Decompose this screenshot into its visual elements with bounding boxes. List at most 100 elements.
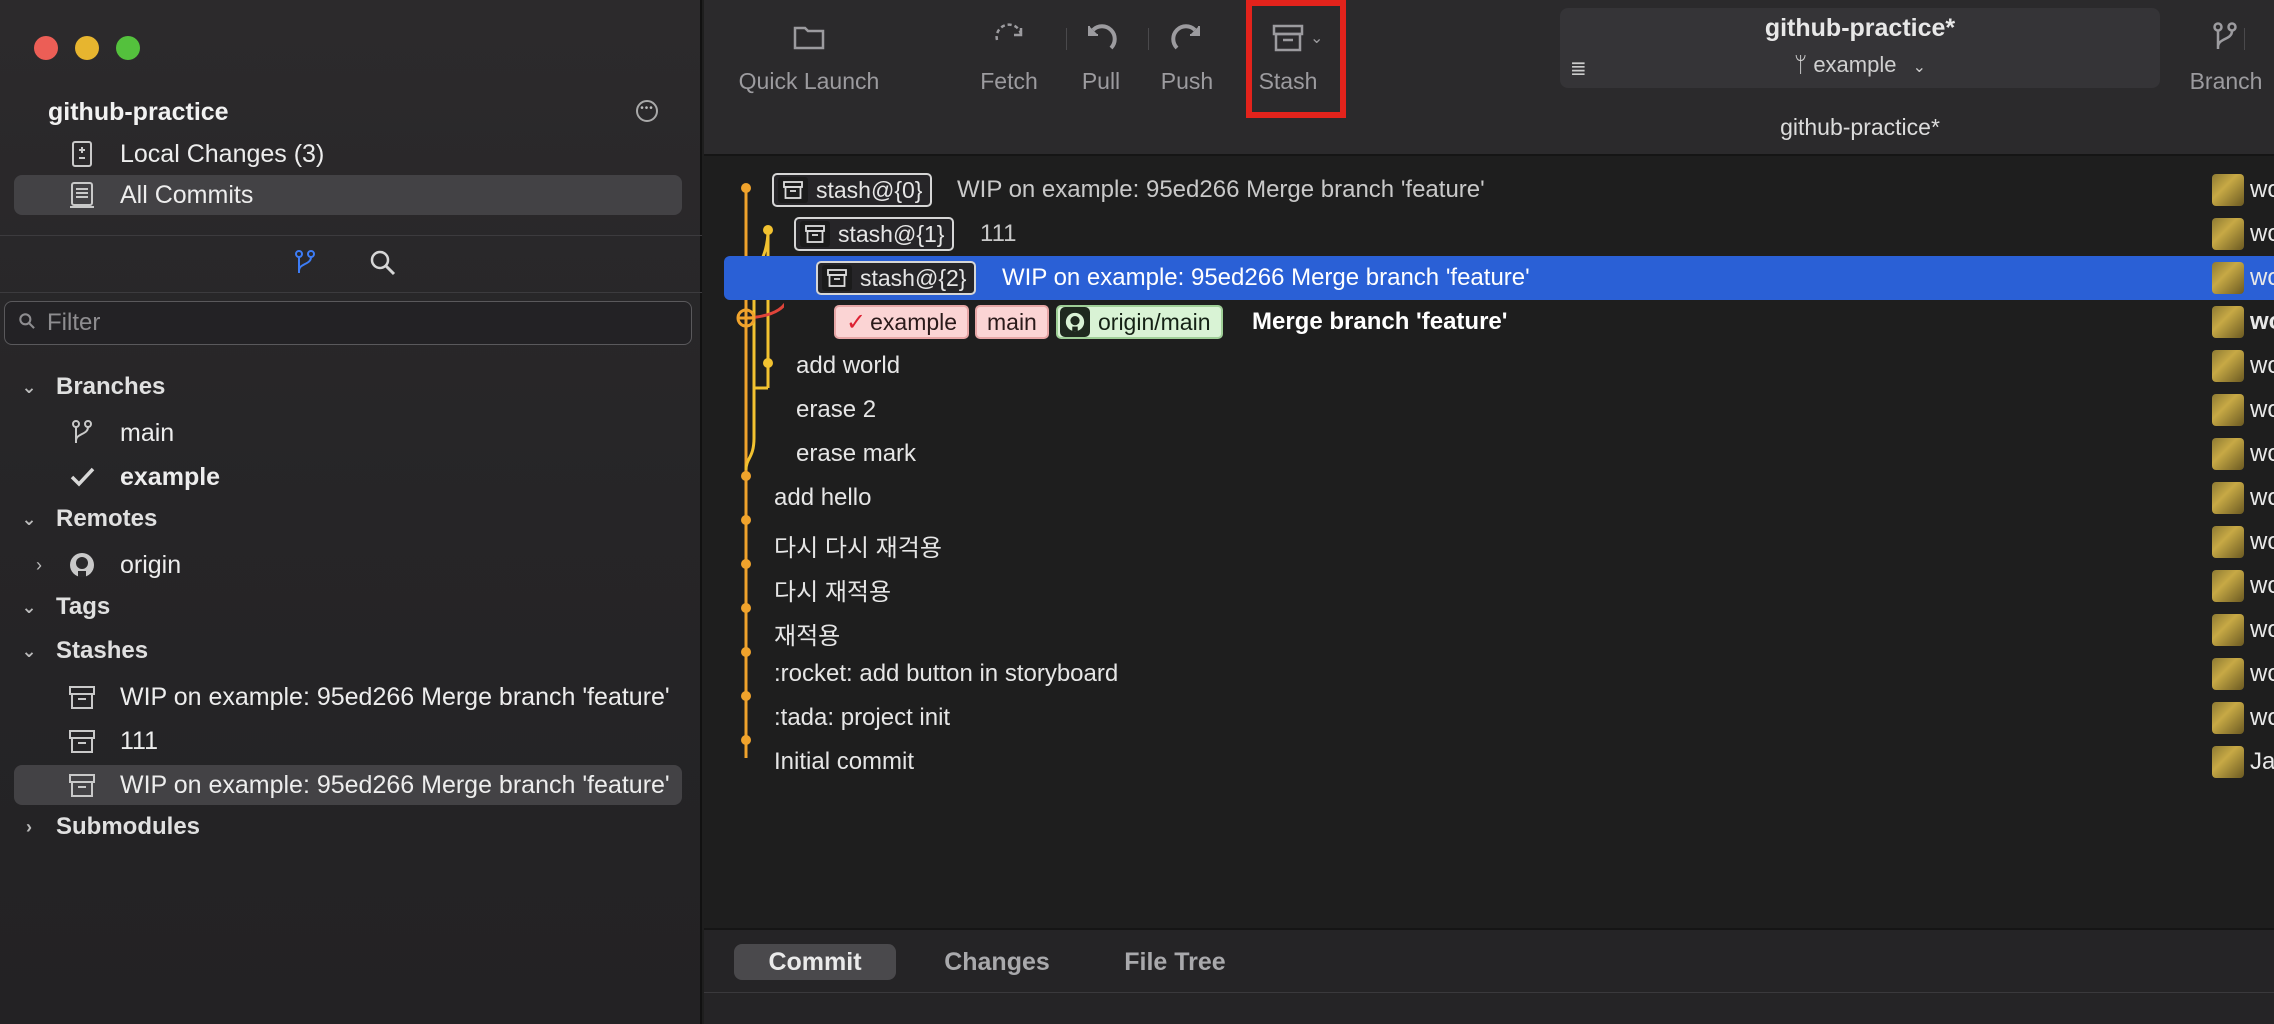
commit-author: woo bbox=[2212, 350, 2274, 382]
stash-box-icon bbox=[64, 769, 100, 801]
search-icon[interactable] bbox=[368, 248, 398, 283]
filter-field[interactable] bbox=[4, 301, 692, 345]
stash-box-icon bbox=[64, 725, 100, 757]
chevron-down-icon: ⌄ bbox=[21, 596, 37, 617]
branch-ref-badge: ✓ example bbox=[834, 305, 970, 339]
stash-item[interactable]: 111 bbox=[14, 721, 682, 761]
github-icon bbox=[1060, 307, 1090, 337]
sidebar-item-all-commits[interactable]: All Commits bbox=[14, 175, 682, 215]
branch-icon bbox=[2213, 22, 2237, 49]
commit-message: Initial commit bbox=[774, 748, 915, 775]
chevron-right-icon: › bbox=[26, 816, 32, 837]
branch-button[interactable]: Branch bbox=[2186, 18, 2266, 95]
commit-author: woo bbox=[2212, 218, 2274, 250]
current-branch: example bbox=[1813, 52, 1897, 77]
push-button[interactable]: Push bbox=[1148, 18, 1226, 95]
minimize-window-button[interactable] bbox=[75, 36, 99, 60]
commit-row[interactable]: add world woo bbox=[724, 344, 2274, 388]
branch-icon bbox=[64, 417, 100, 449]
chevron-down-icon: ⌄ bbox=[21, 508, 37, 529]
close-window-button[interactable] bbox=[34, 36, 58, 60]
commits-icon bbox=[64, 180, 100, 210]
avatar bbox=[2212, 482, 2244, 514]
tab-file-tree[interactable]: File Tree bbox=[1100, 944, 1250, 980]
quick-launch-button[interactable]: Quick Launch bbox=[734, 18, 884, 95]
avatar bbox=[2212, 306, 2244, 338]
branch-label: main bbox=[120, 418, 175, 447]
commit-row[interactable]: erase 2 woo bbox=[724, 388, 2274, 432]
stash-item[interactable]: WIP on example: 95ed266 Merge branch 'fe… bbox=[14, 765, 682, 805]
section-remotes[interactable]: ⌄ Remotes bbox=[18, 501, 157, 537]
commit-row[interactable]: :rocket: add button in storyboard woo bbox=[724, 652, 2274, 696]
toolbar-label: Push bbox=[1160, 68, 1214, 94]
chevron-right-icon[interactable]: › bbox=[36, 555, 42, 576]
commit-author: woo bbox=[2212, 614, 2274, 646]
section-label: Remotes bbox=[56, 505, 158, 532]
stash-ref-label: stash@{1} bbox=[838, 220, 945, 247]
commit-message: erase mark bbox=[796, 440, 917, 467]
fetch-icon bbox=[995, 23, 1023, 41]
toolbar-label: Fetch bbox=[980, 68, 1038, 94]
sidebar-item-label: All Commits bbox=[120, 180, 254, 209]
avatar bbox=[2212, 526, 2244, 558]
remote-ref-label: origin/main bbox=[1098, 308, 1211, 335]
branch-item-main[interactable]: main bbox=[14, 413, 682, 453]
zoom-window-button[interactable] bbox=[116, 36, 140, 60]
commit-row[interactable]: ✓ example main origin/main Merge branch … bbox=[724, 300, 2274, 344]
section-branches[interactable]: ⌄ Branches bbox=[18, 369, 165, 405]
section-label: Tags bbox=[56, 593, 111, 620]
repo-selector[interactable]: ≣ github-practice* ᛘ example ⌄ bbox=[1560, 8, 2160, 88]
branch-view-icon[interactable] bbox=[290, 248, 320, 283]
more-options-icon[interactable]: ••• bbox=[636, 100, 658, 122]
commit-row[interactable]: erase mark woo bbox=[724, 432, 2274, 476]
fetch-button[interactable]: Fetch bbox=[964, 18, 1054, 95]
commit-row-selected[interactable]: stash@{2} WIP on example: 95ed266 Merge … bbox=[724, 256, 2274, 300]
branch-selector[interactable]: ᛘ example ⌄ bbox=[1560, 52, 2160, 78]
commit-message: WIP on example: 95ed266 Merge branch 'fe… bbox=[957, 176, 1485, 203]
toolbar-label: Pull bbox=[1081, 68, 1121, 94]
commit-author: Jae bbox=[2212, 746, 2274, 778]
commit-row[interactable]: 다시 다시 재걱용 woo bbox=[724, 520, 2274, 564]
commit-row[interactable]: :tada: project init woo bbox=[724, 696, 2274, 740]
stash-ref-badge: stash@{1} bbox=[794, 217, 955, 251]
divider bbox=[0, 235, 702, 236]
branch-item-example[interactable]: example bbox=[14, 457, 682, 497]
avatar bbox=[2212, 658, 2244, 690]
commit-author: woo bbox=[2212, 438, 2274, 470]
main-panel: Quick Launch Fetch Pull Push Stash ⌄ ≣ g… bbox=[704, 0, 2274, 1024]
commit-message: WIP on example: 95ed266 Merge branch 'fe… bbox=[1002, 264, 1530, 291]
section-stashes[interactable]: ⌄ Stashes bbox=[18, 633, 148, 669]
repo-title: github-practice* bbox=[1764, 14, 1956, 42]
section-label: Branches bbox=[56, 373, 166, 400]
commit-row[interactable]: stash@{0} WIP on example: 95ed266 Merge … bbox=[724, 168, 2274, 212]
commit-author: woo bbox=[2212, 526, 2274, 558]
chevron-down-icon: ⌄ bbox=[21, 640, 37, 661]
avatar bbox=[2212, 746, 2244, 778]
commit-row[interactable]: Initial commit Jae bbox=[724, 740, 2274, 784]
commit-row[interactable]: 다시 재적용 woo bbox=[724, 564, 2274, 608]
commit-author: woo bbox=[2212, 262, 2274, 294]
commit-author: woo bbox=[2212, 570, 2274, 602]
section-tags[interactable]: ⌄ Tags bbox=[18, 589, 110, 625]
commit-row[interactable]: add hello woo bbox=[724, 476, 2274, 520]
branch-ref-badge: main bbox=[975, 305, 1049, 339]
tab-changes[interactable]: Changes bbox=[922, 944, 1072, 980]
branch-label: example bbox=[120, 462, 221, 491]
remote-item-origin[interactable]: › origin bbox=[14, 545, 682, 585]
stash-label: WIP on example: 95ed266 Merge branch 'fe… bbox=[120, 682, 670, 711]
toolbar-separator bbox=[2244, 28, 2245, 50]
section-submodules[interactable]: › Submodules bbox=[18, 809, 200, 845]
checkmark-icon bbox=[64, 461, 100, 493]
sidebar-view-switcher bbox=[290, 248, 398, 283]
toolbar-label: Quick Launch bbox=[738, 68, 880, 94]
filter-input[interactable] bbox=[47, 309, 667, 337]
commit-row[interactable]: stash@{1} 111 woo bbox=[724, 212, 2274, 256]
sidebar-item-local-changes[interactable]: Local Changes (3) bbox=[14, 134, 682, 174]
sidebar-item-label: Local Changes (3) bbox=[120, 139, 325, 168]
stash-item[interactable]: WIP on example: 95ed266 Merge branch 'fe… bbox=[14, 677, 682, 717]
pull-button[interactable]: Pull bbox=[1066, 18, 1136, 95]
commit-row[interactable]: 재적용 woo bbox=[724, 608, 2274, 652]
tab-commit[interactable]: Commit bbox=[734, 944, 896, 980]
chevron-down-icon: ⌄ bbox=[21, 376, 37, 397]
stash-ref-badge: stash@{0} bbox=[772, 173, 933, 207]
